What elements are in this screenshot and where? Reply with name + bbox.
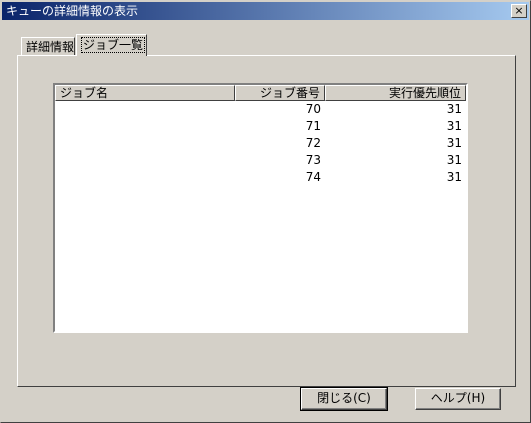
title-bar[interactable]: キューの詳細情報の表示 × xyxy=(2,2,529,20)
priority-cell: 31 xyxy=(446,170,462,184)
tab-details-label: 詳細情報 xyxy=(26,40,75,54)
help-button[interactable]: ヘルプ(H) xyxy=(415,388,501,410)
table-row[interactable]: 在庫リスト出力7431 xyxy=(55,169,466,186)
job-number-cell: 71 xyxy=(305,119,321,133)
table-row[interactable]: 業務B7131 xyxy=(55,118,466,135)
tab-job-list[interactable]: ジョブ一覧 xyxy=(76,34,147,56)
close-icon: × xyxy=(514,4,524,17)
tab-job-list-label: ジョブ一覧 xyxy=(81,37,146,53)
column-header-job-number[interactable]: ジョブ番号 xyxy=(235,85,325,101)
dialog-window: キューの詳細情報の表示 × 詳細情報 ジョブ一覧 ジョブ名 ジョブ番号 実行優先… xyxy=(0,0,531,423)
column-header-priority[interactable]: 実行優先順位 xyxy=(325,85,466,101)
job-number-cell: 72 xyxy=(305,136,321,150)
tab-details[interactable]: 詳細情報 xyxy=(21,37,75,55)
close-button[interactable]: 閉じる(C) xyxy=(300,387,388,411)
list-rows: 業務A7031業務B7131業務C7231データ更新7331在庫リスト出力743… xyxy=(55,101,466,186)
priority-cell: 31 xyxy=(446,153,462,167)
table-row[interactable]: 業務C7231 xyxy=(55,135,466,152)
table-row[interactable]: データ更新7331 xyxy=(55,152,466,169)
list-header: ジョブ名 ジョブ番号 実行優先順位 xyxy=(55,85,466,101)
column-header-job-name[interactable]: ジョブ名 xyxy=(55,85,235,101)
table-row[interactable]: 業務A7031 xyxy=(55,101,466,118)
job-number-cell: 73 xyxy=(305,153,321,167)
priority-cell: 31 xyxy=(446,102,462,116)
job-list-view[interactable]: ジョブ名 ジョブ番号 実行優先順位 業務A7031業務B7131業務C7231デ… xyxy=(53,83,468,333)
priority-cell: 31 xyxy=(446,119,462,133)
priority-cell: 31 xyxy=(446,136,462,150)
close-window-button[interactable]: × xyxy=(511,4,527,18)
job-number-cell: 74 xyxy=(305,170,321,184)
job-number-cell: 70 xyxy=(305,102,321,116)
window-title: キューの詳細情報の表示 xyxy=(6,4,139,18)
